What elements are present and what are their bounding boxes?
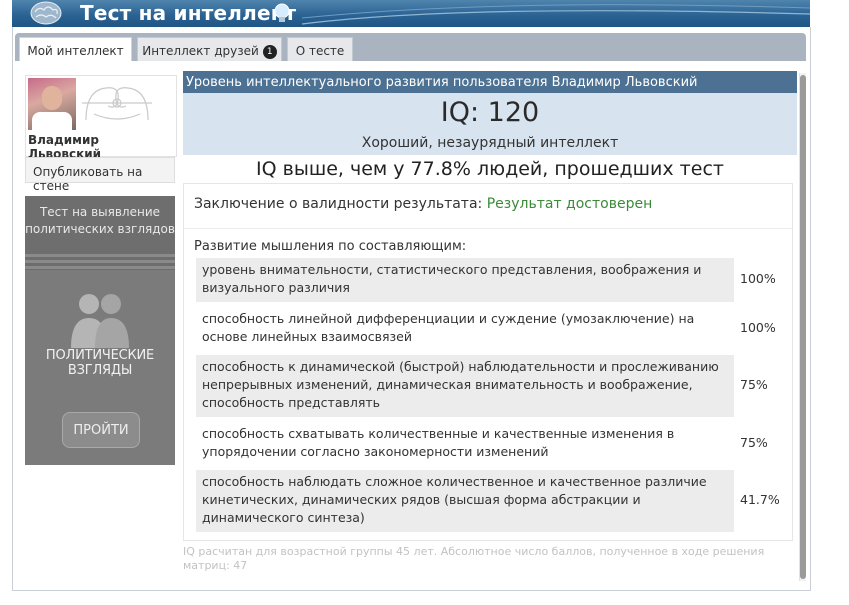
iq-score: IQ: 120 [440,97,540,128]
details-card: Заключение о валидности результата: Резу… [183,183,793,541]
component-value: 75% [740,377,768,392]
component-text: уровень внимательности, статистического … [196,258,734,302]
component-value: 41.7% [740,492,780,507]
tab-label: О тесте [295,44,345,58]
ornament-icon [82,87,152,121]
app-title: Тест на интеллект [80,1,297,25]
profile-card: Владимир Львовский [25,75,177,161]
header-decoration [302,4,810,25]
component-value: 100% [740,320,776,335]
avatar-face [42,86,62,110]
component-text: способность к динамической (быстрой) наб… [196,355,734,417]
tab-friends-intellect[interactable]: Интеллект друзей 1 [137,37,282,61]
iq-box: IQ: 120 Хороший, незаурядный интеллект [183,93,797,155]
tab-label: Интеллект друзей [142,44,259,58]
component-text: способность наблюдать сложное количестве… [196,470,734,532]
development-title: Развитие мышления по составляющим: [194,239,467,254]
tab-my-intellect[interactable]: Мой интеллект [19,37,132,61]
tab-about-test[interactable]: О тесте [287,37,353,61]
scrollbar-thumb[interactable] [800,75,806,579]
divider [184,228,792,229]
people-icon [71,294,129,348]
banner-title: Тест на выявление политических взглядов [25,205,175,236]
validity-label: Заключение о валидности результата: [194,196,483,212]
component-value: 75% [740,435,768,450]
component-text: способность схватывать количественные и … [196,422,734,466]
scrollbar[interactable] [799,73,806,581]
footnote: IQ расчитан для возрастной группы 45 лет… [183,545,765,572]
iq-percentile: IQ выше, чем у 77.8% людей, прошедших те… [256,158,724,180]
component-text: способность линейной дифференциации и су… [196,307,734,351]
lightbulb-icon [274,3,290,22]
tab-bar: Мой интеллект Интеллект друзей 1 О тесте [15,33,806,61]
avatar[interactable] [28,78,76,130]
publish-button[interactable]: Опубликовать на стене [25,157,175,193]
political-test-banner[interactable]: Тест на выявление политических взглядов … [25,196,175,465]
validity-line: Заключение о валидности результата: Резу… [194,196,652,212]
validity-value: Результат достоверен [486,196,653,212]
app-header: Тест на интеллект [12,0,810,29]
component-value: 100% [740,271,776,286]
notification-badge: 1 [262,45,277,59]
content-area: Владимир Львовский Опубликовать на стене… [15,61,806,587]
avatar-shirt [32,112,72,130]
start-test-button[interactable]: ПРОЙТИ [62,412,140,448]
banner-stripes [25,254,175,270]
result-header: Уровень интеллектуального развития польз… [183,71,797,93]
iq-description: Хороший, незаурядный интеллект [361,135,619,151]
tab-label: Мой интеллект [27,44,124,58]
result-panel: Уровень интеллектуального развития польз… [183,71,797,572]
brain-icon [30,1,62,25]
banner-label: ПОЛИТИЧЕСКИЕ ВЗГЛЯДЫ [45,348,155,378]
